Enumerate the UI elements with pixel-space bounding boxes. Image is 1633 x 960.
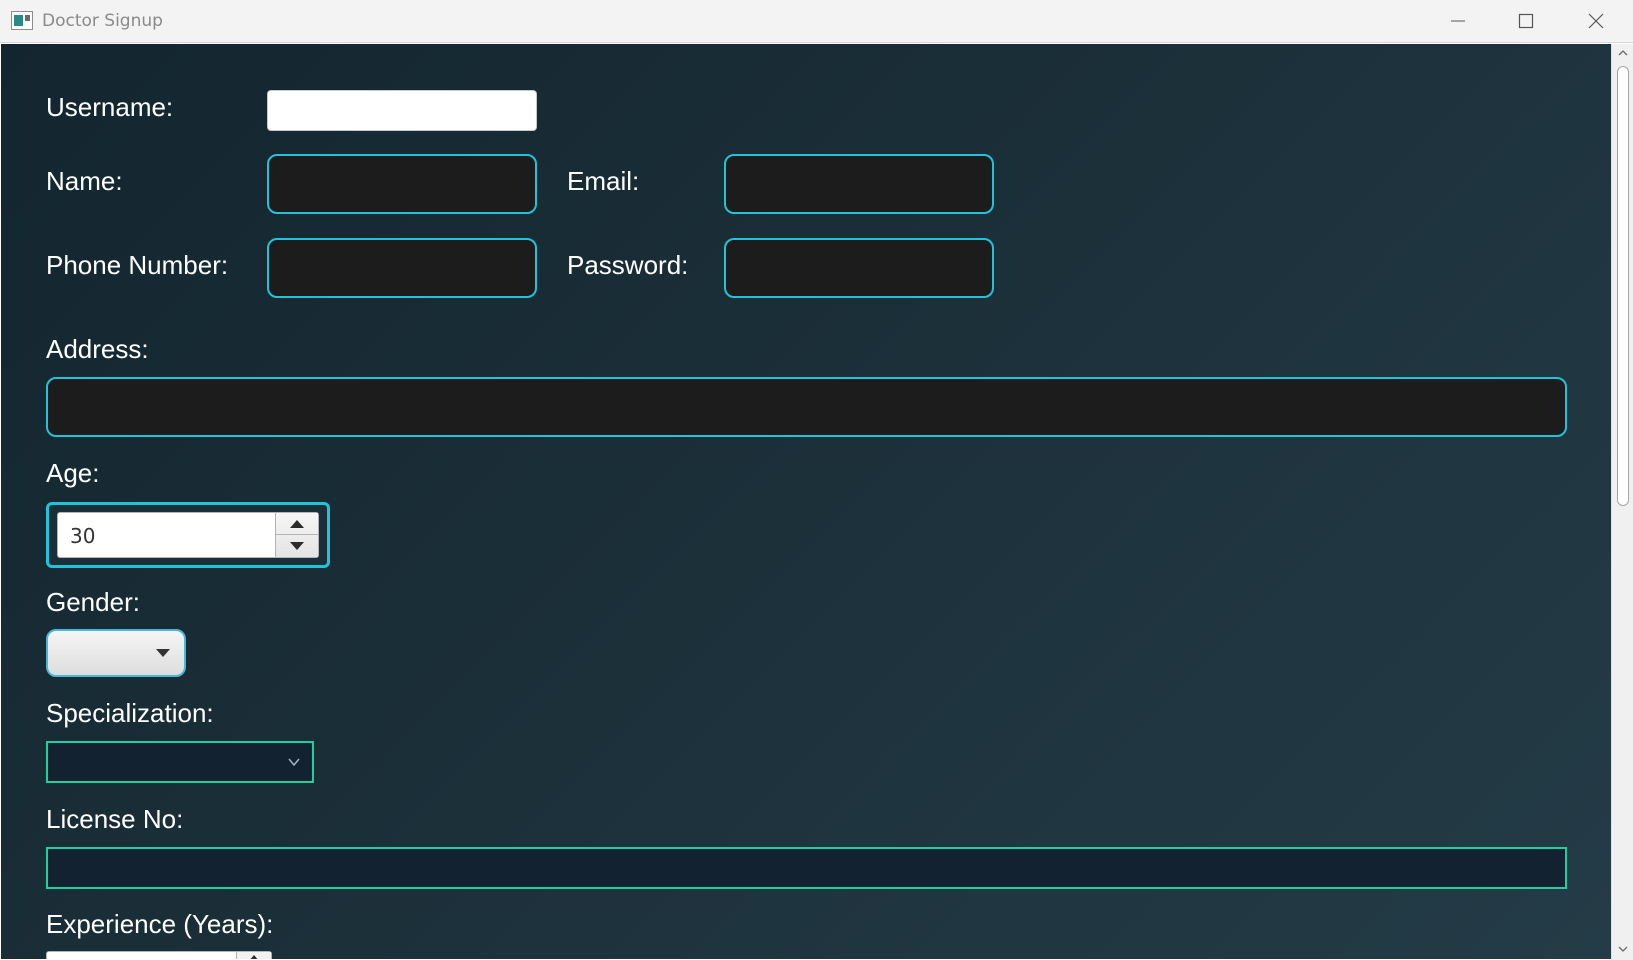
age-spinner[interactable]: 30 xyxy=(57,512,319,558)
vertical-scrollbar[interactable] xyxy=(1611,44,1633,960)
experience-increment-button[interactable] xyxy=(236,952,271,959)
license-label: License No: xyxy=(46,804,184,834)
scrollbar-thumb[interactable] xyxy=(1617,66,1629,506)
specialization-label: Specialization: xyxy=(46,698,214,728)
age-spin-buttons xyxy=(275,513,318,557)
arrow-up-icon xyxy=(250,955,258,959)
experience-spinner[interactable] xyxy=(46,951,272,959)
arrow-down-icon xyxy=(290,542,304,550)
license-input[interactable] xyxy=(46,847,1567,889)
phone-label: Phone Number: xyxy=(46,250,229,280)
close-icon xyxy=(1588,13,1604,29)
phone-input[interactable] xyxy=(267,238,537,298)
name-input[interactable] xyxy=(267,154,537,214)
gender-label: Gender: xyxy=(46,587,140,617)
arrow-up-icon xyxy=(290,519,304,528)
age-increment-button[interactable] xyxy=(276,513,318,535)
password-input[interactable] xyxy=(724,238,994,298)
name-label: Name: xyxy=(46,166,123,196)
minimize-button[interactable] xyxy=(1424,0,1492,42)
window-title: Doctor Signup xyxy=(42,11,163,31)
specialization-dropdown[interactable] xyxy=(46,741,314,783)
age-value[interactable]: 30 xyxy=(70,524,95,548)
maximize-icon xyxy=(1518,13,1534,29)
username-label: Username: xyxy=(46,92,174,122)
age-spinner-focus-frame: 30 xyxy=(46,502,330,568)
experience-label: Experience (Years): xyxy=(46,909,274,939)
email-label: Email: xyxy=(567,166,640,196)
password-label: Password: xyxy=(567,250,689,280)
age-decrement-button[interactable] xyxy=(276,535,318,557)
close-button[interactable] xyxy=(1562,0,1630,42)
title-bar: Doctor Signup xyxy=(0,0,1633,43)
chevron-down-icon xyxy=(288,758,300,766)
scroll-up-icon[interactable] xyxy=(1617,48,1629,58)
email-input[interactable] xyxy=(724,154,994,214)
gender-dropdown[interactable] xyxy=(46,629,186,677)
maximize-button[interactable] xyxy=(1492,0,1560,42)
address-label: Address: xyxy=(46,334,149,364)
address-input[interactable] xyxy=(46,377,1567,437)
signup-form: Username: Name: Email: Phone Number: Pas… xyxy=(1,44,1611,959)
app-icon xyxy=(11,11,33,30)
age-label: Age: xyxy=(46,458,100,488)
chevron-down-icon xyxy=(156,649,170,657)
minimize-icon xyxy=(1451,20,1465,22)
doctor-signup-window: Doctor Signup Username: Name: Email: Pho… xyxy=(0,0,1633,960)
username-input[interactable] xyxy=(267,90,537,131)
scroll-down-icon[interactable] xyxy=(1617,944,1629,954)
